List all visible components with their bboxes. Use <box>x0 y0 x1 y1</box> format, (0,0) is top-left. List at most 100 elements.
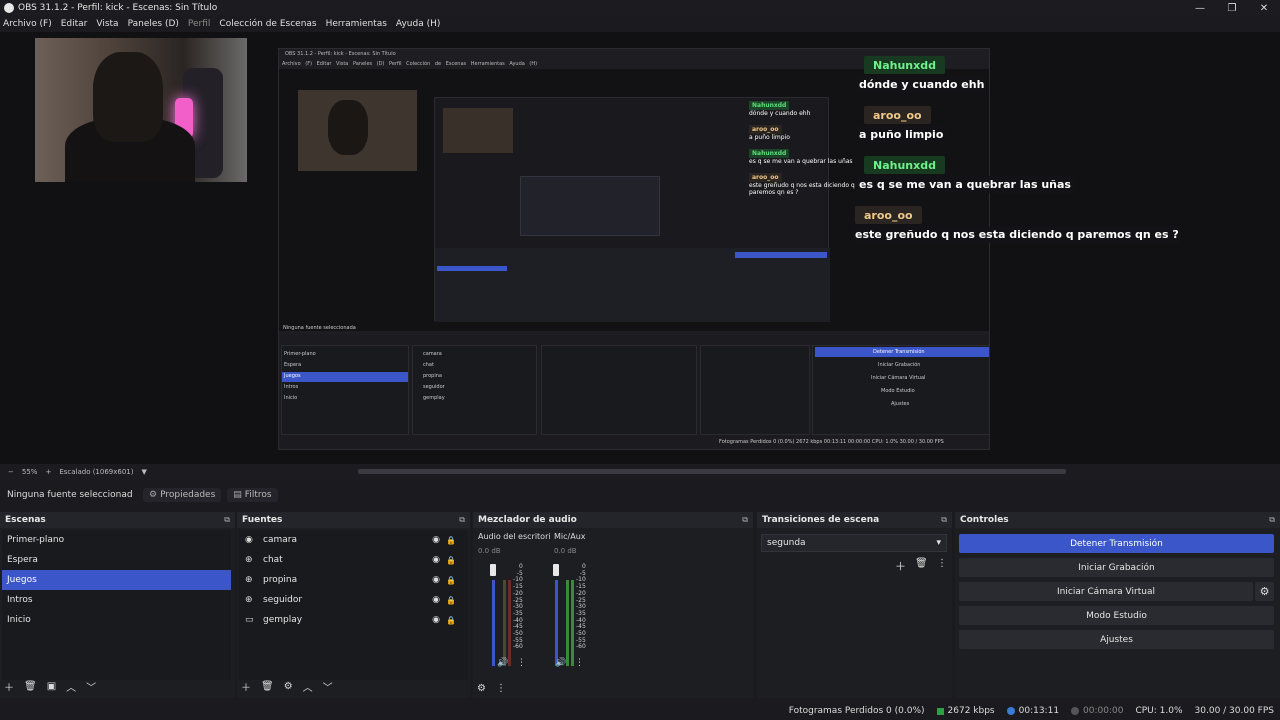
remove-scene-button[interactable]: 🗑 <box>24 681 37 692</box>
chat-message: es q se me van a quebrar las uñas <box>857 176 1073 193</box>
studio-mode-button[interactable]: Modo Estudio <box>959 606 1274 625</box>
zoom-out-button[interactable]: − <box>8 468 14 476</box>
minimize-button[interactable]: — <box>1184 0 1216 16</box>
chat-message: a puño limpio <box>857 126 946 143</box>
visibility-icon[interactable]: ◉ <box>432 575 440 585</box>
start-recording-button[interactable]: Iniciar Grabación <box>959 558 1274 577</box>
remove-transition-button[interactable]: 🗑 <box>915 558 928 569</box>
mixer-channel-mic: Mic/Aux 0.0 dB <box>554 532 586 555</box>
menu-help[interactable]: Ayuda (H) <box>396 19 440 29</box>
nested-chat-user: Nahunxdd <box>749 101 790 110</box>
visibility-icon[interactable]: ◉ <box>432 595 440 605</box>
nested-chat-user: aroo_oo <box>749 125 782 134</box>
add-scene-button[interactable]: ＋ <box>4 679 14 694</box>
source-item[interactable]: ⊕ seguidor ◉ 🔒 <box>239 590 468 610</box>
scene-filters-button[interactable]: ▣ <box>47 681 56 692</box>
source-item[interactable]: ◉ camara ◉ 🔒 <box>239 530 468 550</box>
nested-control-btn: Modo Estudio <box>881 388 915 394</box>
lock-icon[interactable]: 🔒 <box>446 616 456 625</box>
menu-docks[interactable]: Paneles (D) <box>128 19 179 29</box>
no-source-label: Ninguna fuente seleccionad <box>7 490 133 500</box>
chat-username: Nahunxdd <box>864 56 945 74</box>
float-icon[interactable]: ⧉ <box>224 515 230 525</box>
menu-tools[interactable]: Herramientas <box>326 19 387 29</box>
gear-icon[interactable]: ⚙ <box>1255 582 1274 601</box>
source-properties-button[interactable]: ⚙ <box>284 681 293 692</box>
dropped-frames: Fotogramas Perdidos 0 (0.0%) <box>788 706 925 716</box>
visibility-icon[interactable]: ◉ <box>432 555 440 565</box>
zoom-in-button[interactable]: + <box>45 468 51 476</box>
menu-file[interactable]: Archivo (F) <box>3 19 52 29</box>
remove-source-button[interactable]: 🗑 <box>261 681 274 692</box>
scale-dropdown-icon[interactable]: ▼ <box>142 468 147 476</box>
mixer-settings-button[interactable]: ⚙ <box>477 683 486 694</box>
lock-icon[interactable]: 🔒 <box>446 536 456 545</box>
nested-controls-panel: Detener Transmisión Iniciar Grabación In… <box>812 345 990 435</box>
speaker-icon[interactable]: 🔊 <box>555 658 566 668</box>
filters-button[interactable]: ▤ Filtros <box>227 488 278 502</box>
start-virtual-camera-button[interactable]: Iniciar Cámara Virtual <box>959 582 1253 601</box>
move-up-button[interactable]: ︿ <box>66 679 76 694</box>
volume-slider[interactable] <box>555 580 558 666</box>
transition-select[interactable]: segunda ▾ <box>761 534 947 552</box>
settings-button[interactable]: Ajustes <box>959 630 1274 649</box>
lock-icon[interactable]: 🔒 <box>446 556 456 565</box>
lock-icon[interactable]: 🔒 <box>446 596 456 605</box>
record-time: 00:00:00 <box>1083 706 1124 716</box>
scale-selector[interactable]: Escalado (1069x601) <box>59 468 133 476</box>
close-button[interactable]: ✕ <box>1248 0 1280 16</box>
nested-chat-msg: a puño limpio <box>749 134 790 141</box>
move-down-button[interactable]: ﹀ <box>323 679 333 694</box>
menu-edit[interactable]: Editar <box>61 19 88 29</box>
menu-scene-collection[interactable]: Colección de Escenas <box>219 19 316 29</box>
window-title: OBS 31.1.2 - Perfil: kick - Escenas: Sin… <box>18 3 218 13</box>
maximize-button[interactable]: ❐ <box>1216 0 1248 16</box>
db-scale: 0 -5 -10 -15 -20 -25 -30 -35 -40 -45 -50 -55 -60 <box>576 563 586 651</box>
scene-item[interactable]: Primer-plano <box>2 530 231 550</box>
sources-title: Fuentes <box>242 515 283 525</box>
sources-dock: Fuentes ⧉ ◉ camara ◉ 🔒 ⊕ chat ◉ 🔒 ⊕ propina ◉ 🔒 ⊕ s… <box>237 512 470 698</box>
float-icon[interactable]: ⧉ <box>1269 515 1275 525</box>
add-source-button[interactable]: ＋ <box>241 679 251 694</box>
channel-menu-icon[interactable]: ⋮ <box>517 658 526 668</box>
status-bar: Fotogramas Perdidos 0 (0.0%) 2672 kbps 0… <box>0 702 1280 720</box>
nested-status: Fotogramas Perdidos 0 (0.0%) 2672 kbps 0… <box>719 439 944 445</box>
volume-slider[interactable] <box>492 580 495 666</box>
float-icon[interactable]: ⧉ <box>742 515 748 525</box>
preview-scrollbar[interactable] <box>358 469 1066 474</box>
move-up-button[interactable]: ︿ <box>303 679 313 694</box>
move-down-button[interactable]: ﹀ <box>86 679 96 694</box>
transition-menu-button[interactable]: ⋮ <box>937 558 947 569</box>
stop-streaming-button[interactable]: Detener Transmisión <box>959 534 1274 553</box>
gear-icon: ⚙ <box>149 490 158 500</box>
volume-fader-handle[interactable] <box>553 564 559 576</box>
float-icon[interactable]: ⧉ <box>941 515 947 525</box>
source-item[interactable]: ⊕ chat ◉ 🔒 <box>239 550 468 570</box>
lock-icon[interactable]: 🔒 <box>446 576 456 585</box>
float-icon[interactable]: ⧉ <box>459 515 465 525</box>
properties-button[interactable]: ⚙ Propiedades <box>143 488 222 502</box>
source-item[interactable]: ⊕ propina ◉ 🔒 <box>239 570 468 590</box>
menu-bar: Archivo (F) Editar Vista Paneles (D) Per… <box>0 16 1280 32</box>
nested-webcam <box>298 90 417 171</box>
scene-item[interactable]: Inicio <box>2 610 231 630</box>
menu-profile[interactable]: Perfil <box>188 19 211 29</box>
speaker-icon[interactable]: 🔊 <box>497 658 508 668</box>
transitions-dock: Transiciones de escena ⧉ segunda ▾ ＋ 🗑 ⋮ <box>757 512 952 698</box>
filter-icon: ▤ <box>233 490 242 500</box>
scenes-dock: Escenas ⧉ Primer-plano Espera Juegos Intr… <box>0 512 235 698</box>
title-bar: OBS 31.1.2 - Perfil: kick - Escenas: Sin… <box>0 0 1280 16</box>
channel-menu-icon[interactable]: ⋮ <box>575 658 584 668</box>
mixer-menu-button[interactable]: ⋮ <box>496 683 506 694</box>
source-item[interactable]: ▭ gemplay ◉ 🔒 <box>239 610 468 630</box>
visibility-icon[interactable]: ◉ <box>432 615 440 625</box>
menu-view[interactable]: Vista <box>96 19 118 29</box>
chat-username: aroo_oo <box>864 106 931 124</box>
visibility-icon[interactable]: ◉ <box>432 535 440 545</box>
add-transition-button[interactable]: ＋ <box>895 558 906 574</box>
volume-fader-handle[interactable] <box>490 564 496 576</box>
scene-item[interactable]: Espera <box>2 550 231 570</box>
nested-source-item: propina <box>423 373 442 379</box>
scene-item-selected[interactable]: Juegos <box>2 570 231 590</box>
scene-item[interactable]: Intros <box>2 590 231 610</box>
